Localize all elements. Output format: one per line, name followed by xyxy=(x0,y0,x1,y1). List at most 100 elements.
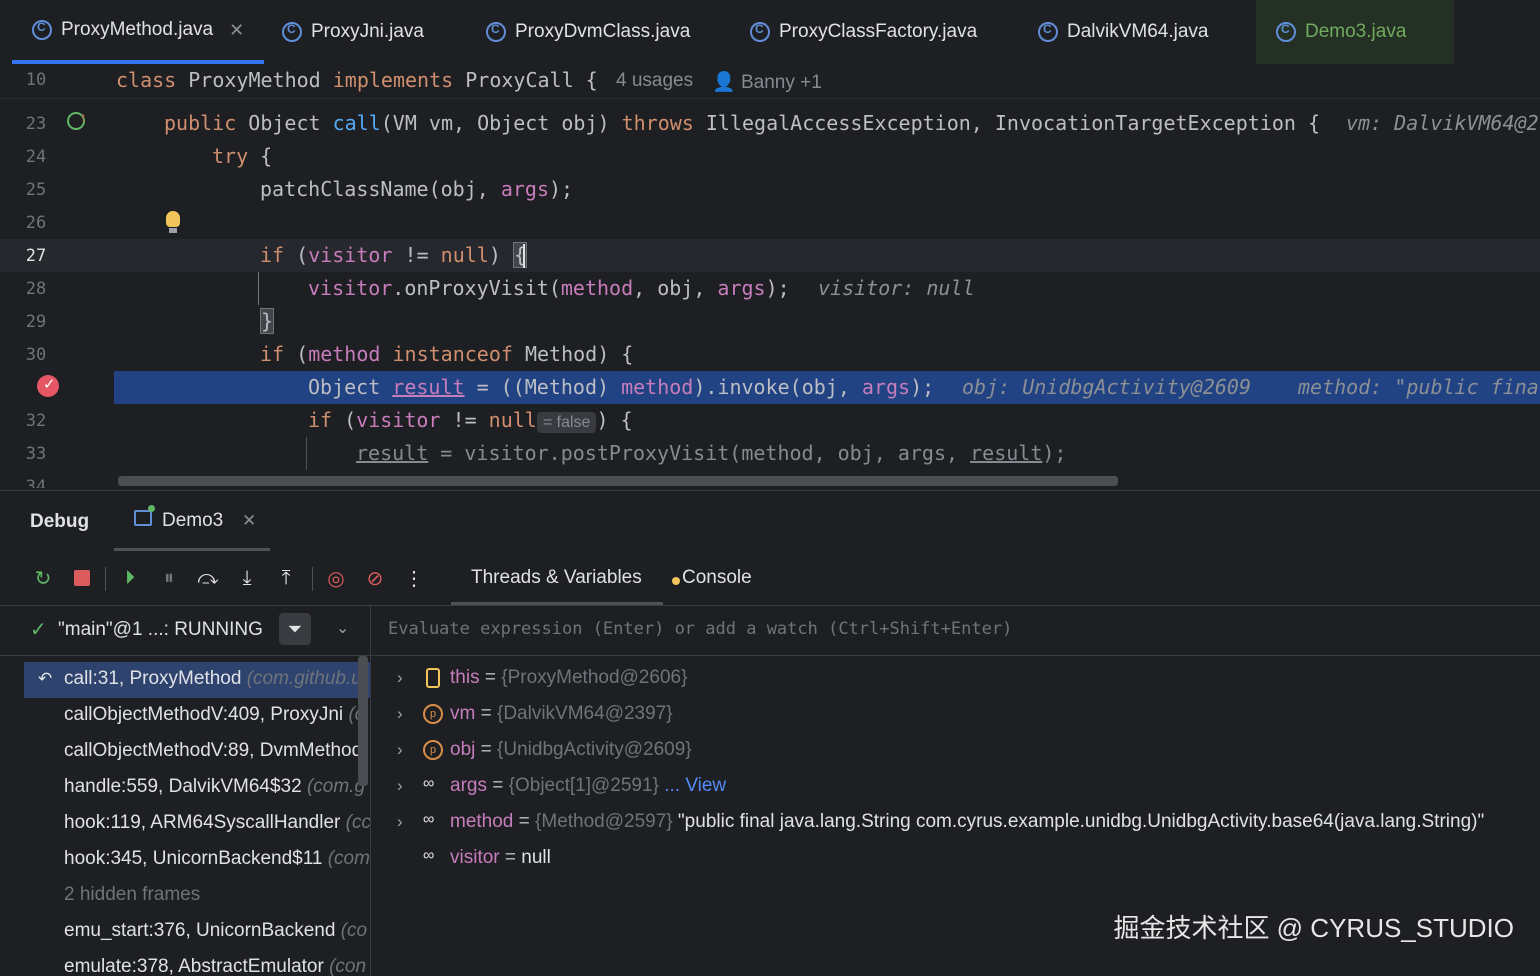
variable-text: method = {Method@2597} "public final jav… xyxy=(450,811,1484,833)
chevron-right-icon[interactable]: › xyxy=(397,740,403,760)
resume-icon[interactable]: ⏵ xyxy=(117,565,143,591)
stack-icon xyxy=(426,668,440,688)
field: visitor xyxy=(308,243,393,267)
code-line-30[interactable]: 30 if (method instanceof Method) { xyxy=(0,338,1540,371)
variable-row[interactable]: ∞ visitor = null xyxy=(371,842,1540,878)
exceptions: IllegalAccessException, InvocationTarget… xyxy=(705,111,1320,135)
code-line-32[interactable]: 32 if (visitor != null = false) { xyxy=(0,404,1540,437)
code-text: try { xyxy=(212,144,272,168)
variable-row[interactable]: › p obj = {UnidbgActivity@2609} xyxy=(371,734,1540,770)
toolbar-separator xyxy=(312,567,313,591)
tab-dalvikvm64[interactable]: DalvikVM64.java xyxy=(1038,0,1209,64)
class-icon xyxy=(486,22,506,42)
code-line-29[interactable]: 29 } xyxy=(0,305,1540,338)
frame-item[interactable]: callObjectMethodV:409, ProxyJni (c xyxy=(64,704,364,726)
usages-hint[interactable]: 4 usages xyxy=(616,70,693,92)
variable-row[interactable]: › ∞ args = {Object[1]@2591} ... View xyxy=(371,770,1540,806)
local-variable: result xyxy=(356,441,429,465)
more-options-icon[interactable]: ⋮ xyxy=(401,565,427,591)
horizontal-scrollbar[interactable] xyxy=(118,476,1118,486)
tool-window-title: Debug xyxy=(30,511,90,532)
matched-brace: } xyxy=(260,308,275,334)
watch-glasses-icon: ∞ xyxy=(423,775,435,792)
close-icon[interactable]: ✕ xyxy=(242,511,256,531)
inlay-value-hint: = false xyxy=(536,412,597,433)
pause-icon[interactable]: ⏸ xyxy=(156,565,182,591)
operator: != xyxy=(404,243,429,267)
call: = visitor.postProxyVisit(method, obj, ar… xyxy=(428,441,971,465)
variable-row[interactable]: › this = {ProxyMethod@2606} xyxy=(371,662,1540,698)
field: method xyxy=(308,342,381,366)
chevron-down-icon[interactable]: ⌄ xyxy=(336,618,349,638)
code-line-26[interactable]: 26 xyxy=(0,206,1540,239)
lightbulb-icon[interactable] xyxy=(166,211,180,227)
code-line-24[interactable]: 24 try { xyxy=(0,140,1540,173)
thread-label: "main"@1 ...: RUNNING xyxy=(58,619,263,640)
code-line-23[interactable]: 23 ↑ public Object call(VM vm, Object ob… xyxy=(0,107,1540,140)
tab-threads-variables[interactable]: Threads & Variables xyxy=(451,551,663,605)
line-number: 26 xyxy=(25,213,47,233)
code-line-33[interactable]: 33 result = visitor.postProxyVisit(metho… xyxy=(0,437,1540,470)
tab-proxymethod[interactable]: ProxyMethod.java ✕ xyxy=(12,0,264,64)
frame-item[interactable]: call:31, ProxyMethod (com.github.u xyxy=(64,668,362,690)
chevron-right-icon[interactable]: › xyxy=(397,812,403,832)
frame-item[interactable]: emulate:378, AbstractEmulator (con xyxy=(64,956,366,976)
tab-label: ProxyMethod.java xyxy=(61,19,214,40)
code-line-31[interactable]: ✓ Object result = ((Method) method).invo… xyxy=(0,371,1540,404)
watermark: 掘金技术社区 @ CYRUS_STUDIO xyxy=(1113,913,1514,943)
mute-breakpoints-icon[interactable]: ⊘ xyxy=(362,565,388,591)
variable-row[interactable]: › p vm = {DalvikVM64@2397} xyxy=(371,698,1540,734)
keyword: null xyxy=(488,408,537,432)
equals: = xyxy=(499,847,522,868)
parameter-icon: p xyxy=(423,740,443,760)
frame-item[interactable]: callObjectMethodV:89, DvmMethod xyxy=(64,740,362,762)
local-variable: result xyxy=(392,375,465,399)
author-hint[interactable]: 👤 Banny +1 xyxy=(712,70,822,94)
sticky-class-header[interactable]: 10 class ProxyMethod implements ProxyCal… xyxy=(0,64,1540,99)
close-icon[interactable]: ✕ xyxy=(229,20,244,41)
view-breakpoints-icon[interactable]: ◎ xyxy=(323,565,349,591)
frame-item[interactable]: handle:559, DalvikVM64$32 (com.g xyxy=(64,776,365,798)
line-number: 28 xyxy=(25,279,47,299)
hidden-frames-toggle[interactable]: 2 hidden frames xyxy=(64,884,200,906)
type: Method) { xyxy=(524,342,634,366)
tab-proxyclassfactory[interactable]: ProxyClassFactory.java xyxy=(750,0,977,64)
code-line-28[interactable]: 28 visitor.onProxyVisit(method, obj, arg… xyxy=(0,272,1540,305)
session-tab[interactable]: Demo3 ✕ xyxy=(114,491,270,551)
tab-console[interactable]: Console xyxy=(672,551,772,605)
step-into-icon[interactable]: ⤓ xyxy=(234,565,260,591)
code-text: visitor.onProxyVisit(method, obj, args); xyxy=(308,276,790,300)
vertical-scrollbar[interactable] xyxy=(358,656,368,786)
code-editor[interactable]: 10 class ProxyMethod implements ProxyCal… xyxy=(0,64,1540,488)
tab-proxydvmclass[interactable]: ProxyDvmClass.java xyxy=(486,0,690,64)
variable-name: visitor xyxy=(450,847,500,868)
tab-demo3[interactable]: Demo3.java xyxy=(1256,0,1454,64)
chevron-right-icon[interactable]: › xyxy=(397,704,403,724)
call: ).invoke(obj, xyxy=(693,375,862,399)
chevron-right-icon[interactable]: › xyxy=(397,776,403,796)
frame-label: hook:119, ARM64SyscallHandler xyxy=(64,812,346,833)
step-out-icon[interactable]: ⤒ xyxy=(273,565,299,591)
frame-package: (con xyxy=(329,956,367,976)
variable-row[interactable]: › ∞ method = {Method@2597} "public final… xyxy=(371,806,1540,842)
thread-selector[interactable]: ✓ "main"@1 ...: RUNNING ⏷ ⌄ xyxy=(0,605,371,656)
chevron-right-icon[interactable]: › xyxy=(397,668,403,688)
frame-item[interactable]: hook:345, UnicornBackend$11 (com xyxy=(64,848,370,870)
punct: ( xyxy=(296,243,309,267)
frame-item[interactable]: hook:119, ARM64SyscallHandler (cc xyxy=(64,812,370,834)
frame-label: callObjectMethodV:89, DvmMethod xyxy=(64,740,363,761)
variable-name: obj xyxy=(450,739,476,760)
parameter-icon: p xyxy=(423,704,443,724)
step-over-icon[interactable]: ⤼ xyxy=(195,565,221,591)
tab-proxyjni[interactable]: ProxyJni.java xyxy=(282,0,424,64)
evaluate-expression-field[interactable]: Evaluate expression (Enter) or add a wat… xyxy=(371,605,1540,656)
filter-icon[interactable]: ⏷ xyxy=(279,613,311,645)
runnable-class-icon xyxy=(1276,22,1296,42)
code-line-27[interactable]: 27 if (visitor != null) { xyxy=(0,239,1540,272)
stop-icon[interactable] xyxy=(69,565,95,591)
keyword: instanceof xyxy=(392,342,513,366)
frame-item[interactable]: emu_start:376, UnicornBackend (co xyxy=(64,920,367,942)
code-line-25[interactable]: 25 patchClassName(obj, args); xyxy=(0,173,1540,206)
rerun-icon[interactable]: ↻ xyxy=(30,565,56,591)
view-link[interactable]: ... View xyxy=(659,775,726,796)
